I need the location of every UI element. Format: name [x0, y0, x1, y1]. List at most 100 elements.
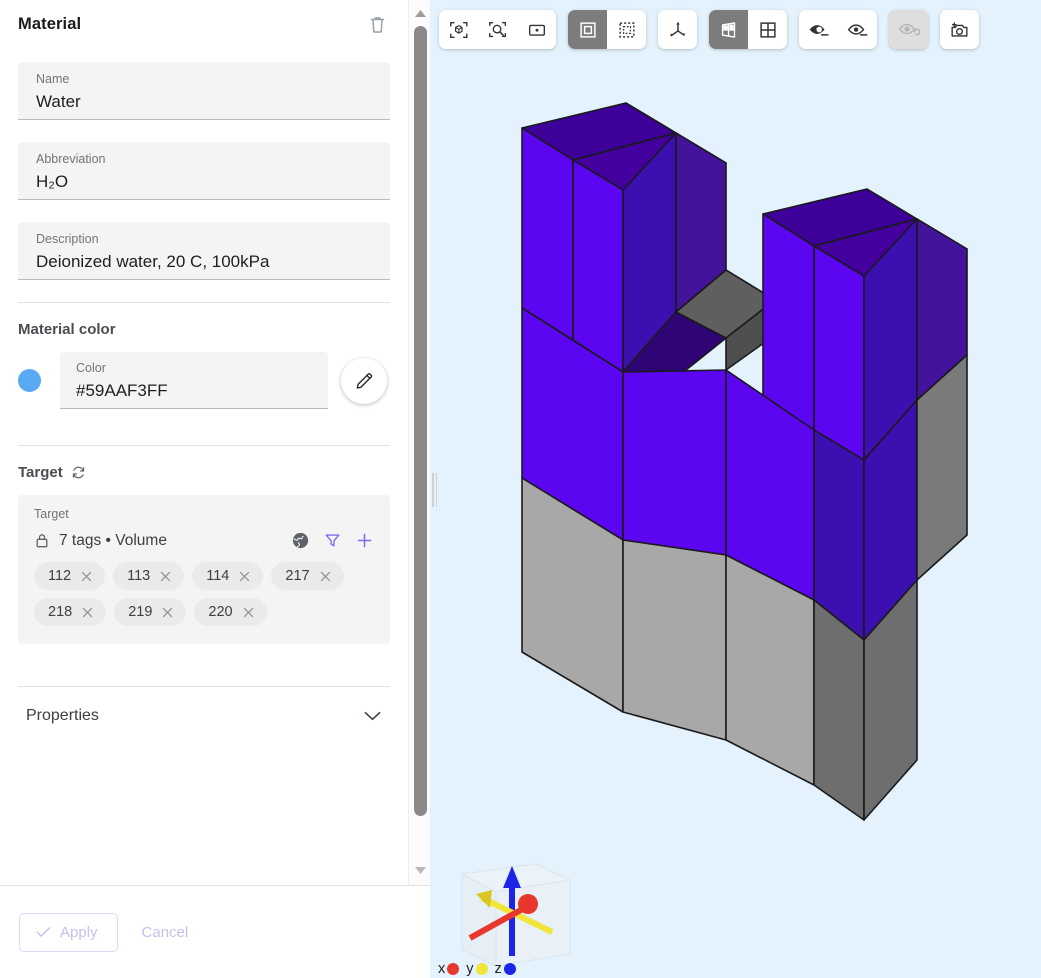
target-summary-row: 7 tags • Volume: [34, 531, 374, 550]
orientation-gizmo[interactable]: [440, 846, 585, 976]
zoom-to-selection-icon: [487, 19, 509, 41]
edit-color-button[interactable]: [341, 358, 387, 404]
show-selected-button[interactable]: [838, 10, 877, 49]
fit-to-view-button[interactable]: [517, 10, 556, 49]
description-field[interactable]: Description Deionized water, 20 C, 100kP…: [18, 222, 390, 280]
remove-tag-button[interactable]: [80, 570, 93, 583]
reset-visibility-group: [889, 10, 928, 49]
target-tag-chip[interactable]: 219: [114, 598, 186, 626]
target-actions: [291, 531, 374, 550]
material-color-section-label: Material color: [18, 321, 116, 338]
gizmo-axis-labels: x y z: [438, 961, 516, 977]
axes-group: [658, 10, 697, 49]
check-icon: [36, 926, 51, 938]
abbreviation-field-value: H₂O: [36, 170, 372, 193]
delete-material-button[interactable]: [364, 11, 390, 37]
view-fit-group: [439, 10, 556, 49]
filter-icon-button[interactable]: [323, 531, 342, 550]
name-field-value: Water: [36, 90, 372, 113]
lock-icon[interactable]: [34, 532, 50, 549]
panel-resize-handle[interactable]: [430, 470, 439, 510]
target-box: Target 7 tags • Volume: [18, 495, 390, 644]
target-tag-chip[interactable]: 112: [34, 562, 105, 590]
target-section-label: Target: [18, 464, 63, 481]
gizmo-axis-y-label: y: [466, 961, 473, 977]
marquee-select-button[interactable]: [607, 10, 646, 49]
remove-tag-button[interactable]: [319, 570, 332, 583]
properties-label: Properties: [26, 707, 99, 725]
color-swatch[interactable]: [18, 369, 41, 392]
target-section-title: Target: [0, 446, 408, 481]
panel-footer: Apply Cancel: [0, 885, 430, 978]
close-icon: [159, 570, 172, 583]
target-tag-chip[interactable]: 217: [271, 562, 343, 590]
page-title: Material: [18, 15, 81, 34]
voxel-mesh[interactable]: [430, 0, 1041, 978]
close-icon: [80, 570, 93, 583]
add-screenshot-button[interactable]: [940, 10, 979, 49]
close-icon: [238, 570, 251, 583]
material-fields: Name Water Abbreviation H₂O Description …: [0, 48, 408, 280]
gizmo-axis-y-swatch: [476, 963, 488, 975]
hide-selected-icon: [807, 19, 830, 41]
zoom-to-selection-button[interactable]: [478, 10, 517, 49]
pencil-icon: [355, 371, 374, 390]
scrollbar-thumb[interactable]: [414, 26, 427, 816]
remove-tag-button[interactable]: [159, 570, 172, 583]
abbreviation-field-label: Abbreviation: [36, 151, 372, 167]
single-view-layout-button[interactable]: [709, 10, 748, 49]
panel-scrollbar[interactable]: [408, 0, 430, 885]
remove-tag-button[interactable]: [161, 606, 174, 619]
add-screenshot-icon: [948, 19, 971, 41]
globe-icon-button[interactable]: [291, 531, 310, 550]
cancel-button[interactable]: Cancel: [130, 914, 201, 951]
selection-mode-group: [568, 10, 646, 49]
axes-orientation-button[interactable]: [658, 10, 697, 49]
panel-scroll-region[interactable]: Material Name Water Abbreviation H₂O: [0, 0, 430, 885]
properties-section-header[interactable]: Properties: [0, 687, 408, 745]
gizmo-axis-z: z: [495, 961, 516, 977]
close-icon: [161, 606, 174, 619]
hide-selected-button[interactable]: [799, 10, 838, 49]
color-field[interactable]: Color #59AAF3FF: [60, 352, 328, 409]
name-field-label: Name: [36, 71, 372, 87]
3d-viewport[interactable]: x y z: [430, 0, 1041, 978]
color-field-label: Color: [76, 360, 312, 376]
remove-tag-button[interactable]: [238, 570, 251, 583]
quad-view-layout-icon: [757, 19, 779, 41]
scroll-up-button[interactable]: [409, 4, 430, 22]
gizmo-axis-y: y: [466, 961, 487, 977]
layout-group: [709, 10, 787, 49]
description-field-value: Deionized water, 20 C, 100kPa: [36, 250, 372, 273]
chevron-down-icon: [363, 710, 382, 722]
target-tag-list: 112 113 114 217 218 219 220: [34, 562, 364, 626]
quad-view-layout-button[interactable]: [748, 10, 787, 49]
rectangle-select-button[interactable]: [568, 10, 607, 49]
target-tag-label: 217: [285, 568, 309, 584]
refresh-icon[interactable]: [71, 465, 86, 480]
remove-tag-button[interactable]: [242, 606, 255, 619]
description-field-label: Description: [36, 231, 372, 247]
trash-icon: [369, 15, 386, 34]
close-icon: [242, 606, 255, 619]
add-tag-button[interactable]: [355, 531, 374, 550]
fit-to-object-button[interactable]: [439, 10, 478, 49]
apply-button[interactable]: Apply: [19, 913, 118, 952]
target-tag-chip[interactable]: 218: [34, 598, 106, 626]
abbreviation-field[interactable]: Abbreviation H₂O: [18, 142, 390, 200]
target-tag-chip[interactable]: 113: [113, 562, 184, 590]
name-field[interactable]: Name Water: [18, 62, 390, 120]
target-tag-chip[interactable]: 114: [192, 562, 263, 590]
close-icon: [319, 570, 332, 583]
remove-tag-button[interactable]: [81, 606, 94, 619]
reset-visibility-button[interactable]: [889, 10, 928, 49]
target-tag-label: 220: [208, 604, 232, 620]
gizmo-axis-x: x: [438, 961, 459, 977]
target-tag-label: 112: [48, 568, 71, 584]
target-tag-chip[interactable]: 220: [194, 598, 266, 626]
target-tag-label: 113: [127, 568, 150, 584]
reset-visibility-icon: [897, 19, 920, 41]
scroll-down-button[interactable]: [409, 861, 430, 879]
fit-to-object-icon: [448, 19, 470, 41]
fit-to-view-icon: [526, 19, 548, 41]
